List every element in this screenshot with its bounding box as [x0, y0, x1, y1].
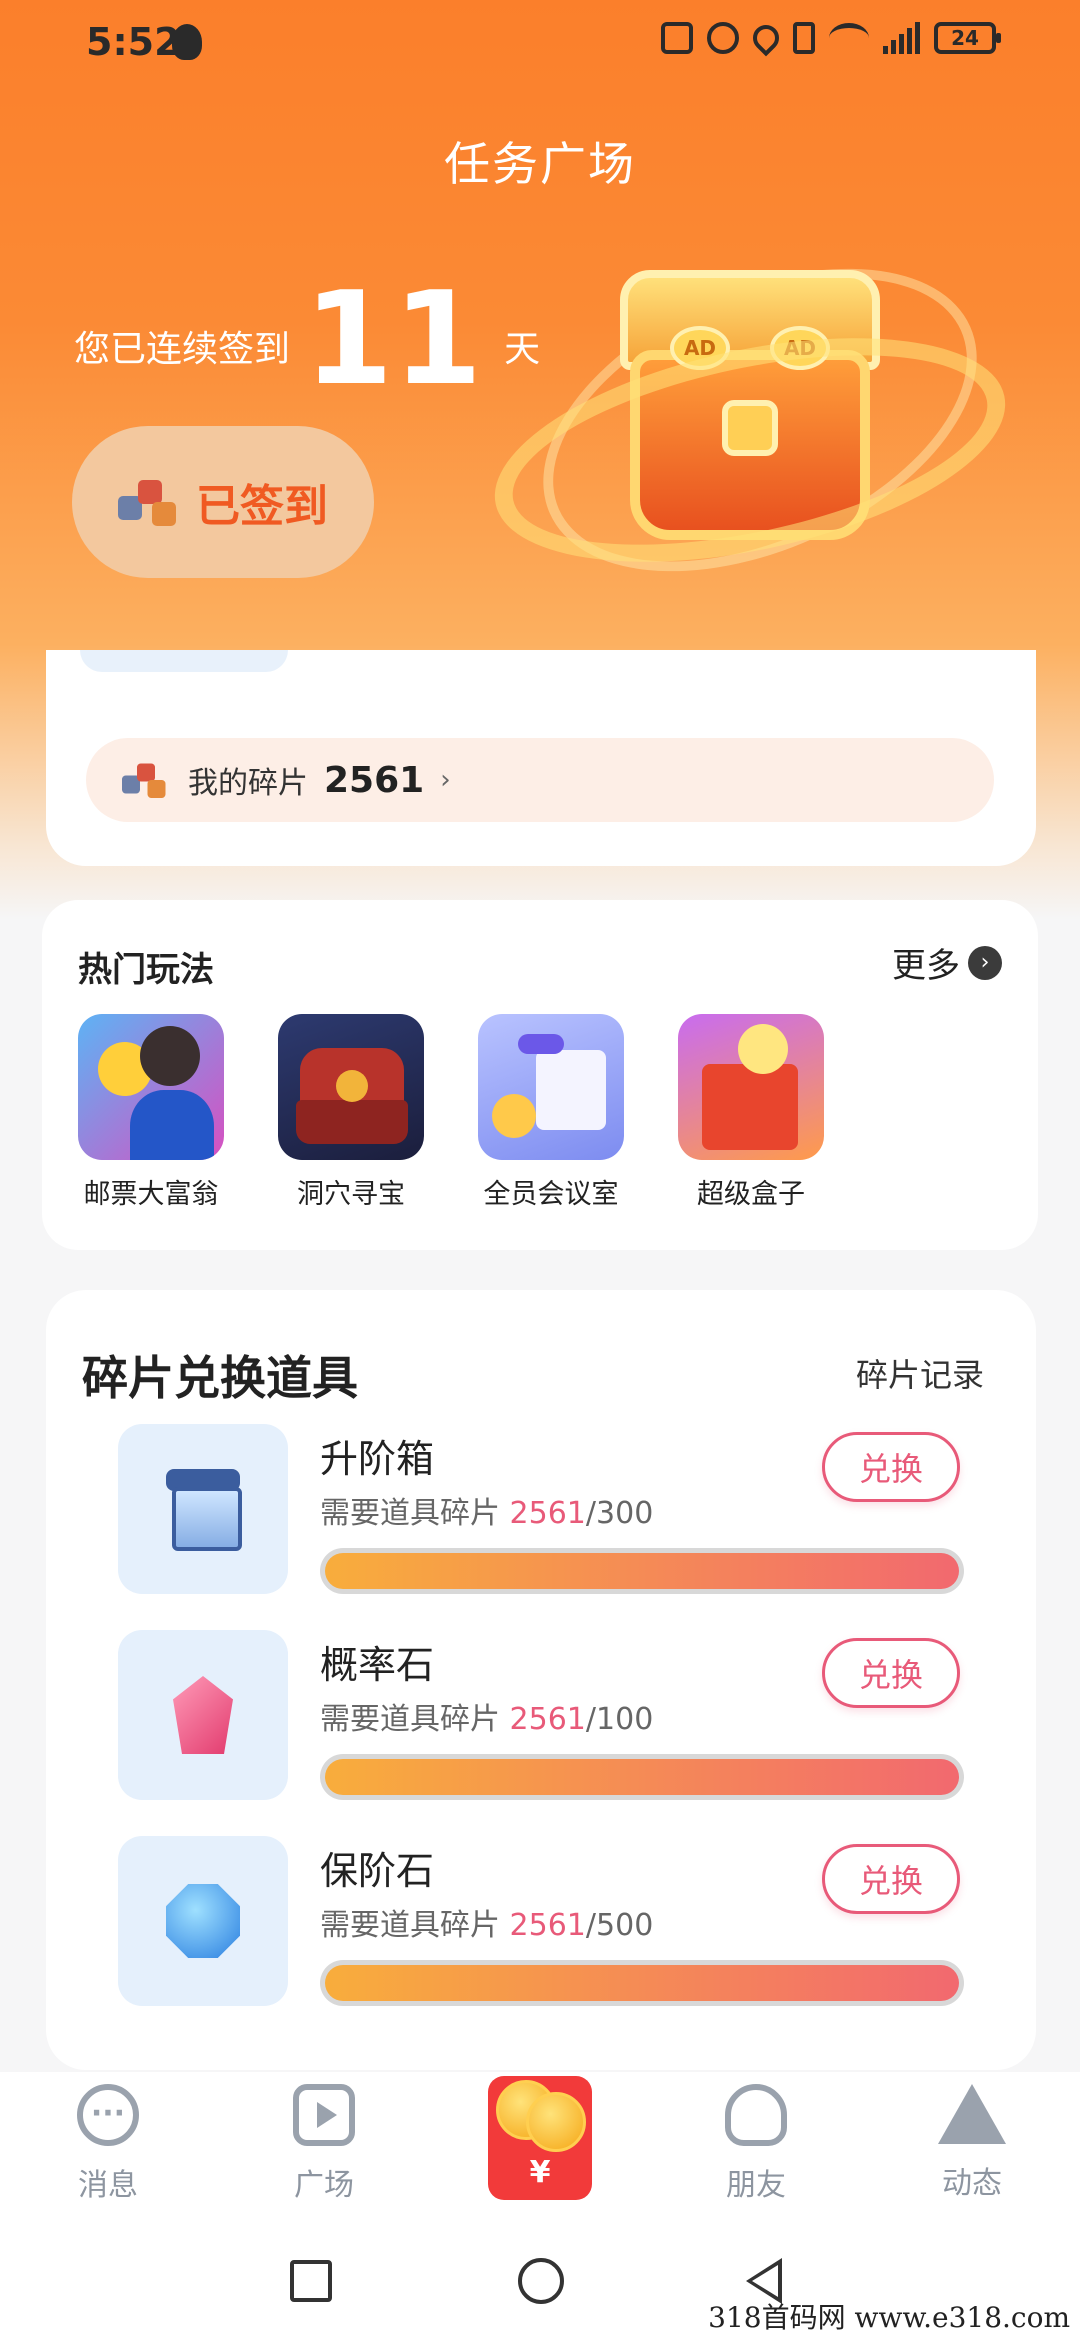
game-cave-treasure[interactable]: 洞穴寻宝: [276, 1014, 426, 1211]
exchange-button[interactable]: 兑换: [822, 1638, 960, 1708]
alert-icon: [938, 2084, 1006, 2144]
fragments-required: /500: [585, 1908, 654, 1943]
system-nav-bar: 318首码网 www.e318.com: [0, 2222, 1080, 2340]
stamp-tycoon-icon: [78, 1014, 224, 1160]
status-time: 5:52: [86, 20, 181, 64]
exchange-item: 升阶箱 需要道具碎片 2561/300 兑换: [118, 1424, 978, 1594]
page-title: 任务广场: [444, 137, 636, 191]
game-meeting-room[interactable]: 全员会议室: [476, 1014, 626, 1211]
progress-bar: [320, 1754, 964, 1800]
battery-icon: 24: [934, 22, 1001, 54]
chevron-right-icon: ›: [440, 765, 451, 795]
blue-gem-icon: [166, 1884, 240, 1958]
exchange-item: 保阶石 需要道具碎片 2561/500 兑换: [118, 1836, 978, 2006]
status-bar: 5:52 24: [0, 0, 1080, 84]
fragments-required: /300: [585, 1496, 654, 1531]
game-name: 洞穴寻宝: [297, 1179, 405, 1210]
item-name: 保阶石: [320, 1849, 435, 1893]
yuan-label: ¥: [529, 2155, 551, 2190]
signed-in-label: 已签到: [196, 481, 328, 532]
nav-label: 广场: [294, 2168, 354, 2203]
nav-friends[interactable]: 朋友: [681, 2084, 831, 2204]
exchange-button[interactable]: 兑换: [822, 1432, 960, 1502]
alarm-icon: [707, 22, 739, 54]
recent-apps-button[interactable]: [290, 2260, 332, 2302]
puzzle-icon: [122, 759, 170, 801]
coin-icon: [526, 2092, 586, 2152]
game-name: 全员会议室: [483, 1179, 619, 1210]
home-button[interactable]: [518, 2258, 564, 2304]
item-requirement: 需要道具碎片 2561/100: [320, 1702, 654, 1737]
popular-title: 热门玩法: [78, 950, 214, 990]
nav-label: 动态: [942, 2166, 1002, 2201]
more-button[interactable]: 更多 ›: [892, 938, 1002, 987]
super-box-icon: [678, 1014, 824, 1160]
progress-fill: [325, 1759, 959, 1795]
item-requirement: 需要道具碎片 2561/500: [320, 1908, 654, 1943]
card-peek: [80, 650, 288, 672]
fragments-label: 我的碎片: [188, 766, 308, 801]
game-super-box[interactable]: 超级盒子: [676, 1014, 826, 1211]
fragment-record-link[interactable]: 碎片记录: [856, 1350, 984, 1396]
item-name: 升阶箱: [320, 1437, 435, 1481]
nav-feed[interactable]: 动态: [897, 2084, 1047, 2202]
cave-treasure-icon: [278, 1014, 424, 1160]
streak-days: 11: [304, 265, 483, 414]
chat-icon: [77, 2084, 139, 2146]
puzzle-icon: [118, 474, 182, 530]
status-icons: 24: [661, 19, 1001, 57]
pink-gem-icon: [173, 1676, 233, 1754]
game-name: 超级盒子: [697, 1179, 805, 1210]
upgrade-box-icon: [166, 1469, 242, 1551]
qq-icon: [172, 24, 202, 60]
more-label: 更多: [892, 946, 960, 986]
streak-prefix: 您已连续签到: [74, 329, 291, 370]
fragments-owned: 2561: [509, 1496, 586, 1531]
meeting-room-icon: [478, 1014, 624, 1160]
nav-square[interactable]: 广场: [249, 2084, 399, 2204]
nav-red-packet[interactable]: ¥: [465, 2076, 615, 2200]
game-name: 邮票大富翁: [83, 1179, 219, 1210]
wifi-icon: [829, 23, 869, 53]
progress-fill: [325, 1965, 959, 2001]
nfc-icon: [661, 22, 693, 54]
red-packet-icon: ¥: [488, 2076, 592, 2200]
bulb-icon: [725, 2084, 787, 2146]
play-icon: [293, 2084, 355, 2146]
exchange-item: 概率石 需要道具碎片 2561/100 兑换: [118, 1630, 978, 1800]
item-name: 概率石: [320, 1643, 435, 1687]
arrow-right-circle-icon: ›: [968, 945, 1002, 980]
item-thumbnail: [118, 1836, 288, 2006]
progress-bar: [320, 1960, 964, 2006]
signed-in-button[interactable]: 已签到: [72, 426, 374, 578]
fragments-count: 2561: [324, 759, 425, 801]
signal-icon: [883, 22, 920, 54]
progress-fill: [325, 1553, 959, 1589]
location-icon: [747, 19, 785, 57]
exchange-section: 碎片兑换道具 碎片记录 升阶箱 需要道具碎片 2561/300 兑换 概率石 需…: [46, 1290, 1036, 2070]
nav-label: 消息: [78, 2168, 138, 2203]
treasure-chest-illustration: AD AD: [470, 207, 1030, 633]
exchange-button[interactable]: 兑换: [822, 1844, 960, 1914]
my-fragments-link[interactable]: 我的碎片 2561 ›: [86, 738, 994, 822]
fragments-required: /100: [585, 1702, 654, 1737]
progress-bar: [320, 1548, 964, 1594]
bottom-nav: 消息 广场 ¥ 朋友 动态: [0, 2072, 1080, 2222]
popular-section: 热门玩法 更多 › 邮票大富翁 洞穴寻宝 全员会议室 超级盒子: [42, 900, 1038, 1250]
exchange-title: 碎片兑换道具: [82, 1351, 358, 1405]
item-requirement: 需要道具碎片 2561/300: [320, 1496, 654, 1531]
item-thumbnail: [118, 1424, 288, 1594]
game-stamp-tycoon[interactable]: 邮票大富翁: [76, 1014, 226, 1211]
fragments-owned: 2561: [509, 1702, 586, 1737]
item-thumbnail: [118, 1630, 288, 1800]
watermark: 318首码网 www.e318.com: [708, 2301, 1070, 2334]
nav-label: 朋友: [726, 2168, 786, 2203]
fragments-owned: 2561: [509, 1908, 586, 1943]
nav-messages[interactable]: 消息: [33, 2084, 183, 2204]
vibrate-icon: [793, 22, 815, 54]
games-row: 邮票大富翁 洞穴寻宝 全员会议室 超级盒子: [76, 1014, 826, 1211]
